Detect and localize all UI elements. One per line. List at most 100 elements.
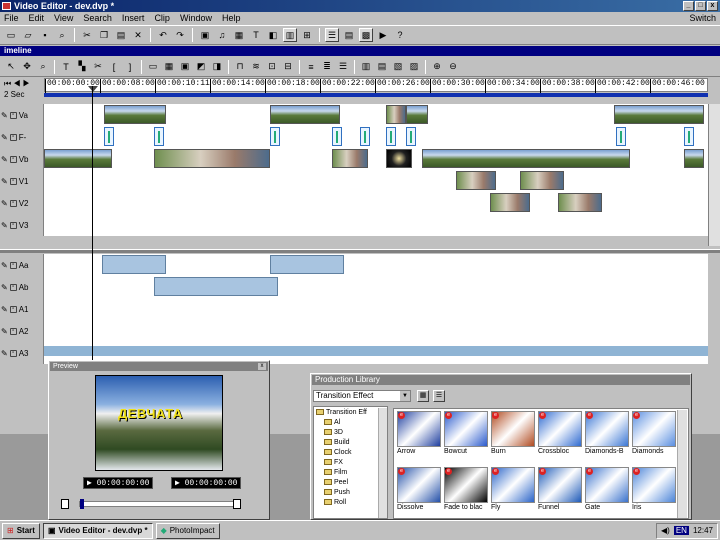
track-header[interactable]: ✎ ▫ V1 (0, 170, 44, 192)
track-header[interactable]: ✎ ▫ A2 (0, 320, 44, 342)
transition-clip[interactable] (104, 127, 114, 146)
ripple-icon[interactable]: ≋ (249, 60, 263, 74)
thumbnail-view-icon[interactable]: ▦ (417, 390, 429, 402)
menu-insert[interactable]: Insert (122, 12, 145, 25)
work-area-bar[interactable] (44, 93, 708, 97)
audio-clip[interactable] (270, 255, 344, 274)
track-lane[interactable] (44, 104, 708, 126)
track-header[interactable]: ✎ ▫ Ab (0, 276, 44, 298)
library-item[interactable]: e Diamonds-B (585, 411, 629, 463)
track-header[interactable]: ✎ ▫ Va (0, 104, 44, 126)
library-item[interactable]: e Bowcut (444, 411, 488, 463)
mark-end-icon[interactable] (233, 499, 241, 509)
zoom-in-icon[interactable]: ⊕ (430, 60, 444, 74)
menu-switch[interactable]: Switch (689, 12, 720, 25)
video-clip[interactable] (684, 149, 704, 168)
track-lane[interactable] (44, 192, 708, 214)
transition-clip[interactable] (386, 127, 396, 146)
align-right-icon[interactable]: ☰ (336, 60, 350, 74)
lock-icon[interactable]: ▫ (9, 177, 17, 185)
group-icon[interactable]: ⊡ (265, 60, 279, 74)
undo-icon[interactable]: ↶ (156, 28, 170, 42)
tree-scrollbar[interactable] (378, 408, 387, 518)
align-center-icon[interactable]: ≣ (320, 60, 334, 74)
video-audio-splitter[interactable] (0, 249, 720, 253)
edit-icon[interactable]: ✎ (1, 221, 8, 230)
library-item[interactable]: e Burn (491, 411, 535, 463)
tree-folder-item[interactable]: Roll (314, 497, 387, 507)
tree-folder-item[interactable]: Clock (314, 447, 387, 457)
video-clip[interactable] (44, 149, 112, 168)
menu-window[interactable]: Window (180, 12, 212, 25)
lock-icon[interactable]: ▫ (9, 283, 17, 291)
insert-video-icon[interactable]: ▣ (198, 28, 212, 42)
frame-tool-icon[interactable]: ▭ (146, 60, 160, 74)
new-file-icon[interactable]: ▭ (4, 28, 18, 42)
video-clip[interactable] (154, 149, 270, 168)
insert-image-icon[interactable]: ▦ (232, 28, 246, 42)
menu-view[interactable]: View (54, 12, 73, 25)
library-item[interactable]: e Fly (491, 467, 535, 518)
tree-folder-item[interactable]: FX (314, 457, 387, 467)
start-button[interactable]: ⊞ Start (2, 522, 40, 539)
video-clip[interactable] (406, 105, 428, 124)
task-photoimpact[interactable]: ◆ PhotoImpact (155, 522, 220, 539)
pointer-tool-icon[interactable]: ↖ (4, 60, 18, 74)
preview-slider[interactable] (79, 499, 237, 509)
menu-search[interactable]: Search (83, 12, 112, 25)
edit-icon[interactable]: ✎ (1, 133, 8, 142)
track-lane[interactable] (44, 214, 708, 236)
menu-help[interactable]: Help (222, 12, 241, 25)
library-category-select[interactable]: Transition Effect ▼ (313, 390, 411, 402)
track-audio-icon[interactable]: ▤ (375, 60, 389, 74)
timeline-scrollbar[interactable] (708, 104, 720, 246)
zoom-level[interactable]: 2 Sec (4, 90, 24, 99)
video-clip[interactable] (490, 193, 530, 212)
transition-clip[interactable] (360, 127, 370, 146)
track-overlay-icon[interactable]: ▨ (407, 60, 421, 74)
edit-icon[interactable]: ✎ (1, 261, 8, 270)
preview-close-button[interactable]: x (258, 363, 266, 370)
tree-folder-item[interactable]: 3D (314, 427, 387, 437)
menu-file[interactable]: File (4, 12, 19, 25)
video-clip[interactable] (456, 171, 496, 190)
audio-clip[interactable] (102, 255, 166, 274)
track-lane[interactable] (44, 276, 708, 298)
motion-tool-icon[interactable]: ◩ (194, 60, 208, 74)
track-lane[interactable] (44, 148, 708, 170)
library-item[interactable]: e Crossbloc (538, 411, 582, 463)
lock-icon[interactable]: ▫ (9, 155, 17, 163)
track-lane[interactable] (44, 170, 708, 192)
filter-tool-icon[interactable]: ▣ (178, 60, 192, 74)
library-item[interactable]: e Dissolve (397, 467, 441, 518)
transition-clip[interactable] (154, 127, 164, 146)
tree-folder-item[interactable]: Film (314, 467, 387, 477)
timeline-view-icon[interactable]: ☰ (325, 28, 339, 42)
lock-icon[interactable]: ▫ (9, 349, 17, 357)
playhead-handle[interactable] (88, 86, 98, 92)
library-item[interactable]: e Diamonds (632, 411, 676, 463)
transition-tool-icon[interactable]: ▚ (75, 60, 89, 74)
text-tool-icon[interactable]: T (59, 60, 73, 74)
library-item[interactable]: e Funnel (538, 467, 582, 518)
library-item[interactable]: e Iris (632, 467, 676, 518)
video-clip[interactable] (386, 149, 412, 168)
copy-icon[interactable]: ❐ (97, 28, 111, 42)
lock-icon[interactable]: ▫ (9, 261, 17, 269)
snap-icon[interactable]: ⊓ (233, 60, 247, 74)
insert-audio-icon[interactable]: ♫ (215, 28, 229, 42)
ruler-nav-icon[interactable]: ⏮ ◀ ▶ (4, 79, 30, 89)
transition-clip[interactable] (270, 127, 280, 146)
library-item[interactable]: e Arrow (397, 411, 441, 463)
timecode-in[interactable]: ▶ 00:00:00:00 (83, 477, 154, 489)
insert-title-icon[interactable]: T (249, 28, 263, 42)
video-clip[interactable] (104, 105, 166, 124)
tree-folder-item[interactable]: Transition Eff (314, 407, 387, 417)
video-clip[interactable] (422, 149, 630, 168)
video-clip[interactable] (614, 105, 704, 124)
task-video-editor[interactable]: ▣ Video Editor - dev.dvp * (42, 522, 153, 539)
track-header[interactable]: ✎ ▫ Vb (0, 148, 44, 170)
tree-folder-item[interactable]: Al (314, 417, 387, 427)
zoom-tool-icon[interactable]: ⌕ (36, 60, 50, 74)
split-tool-icon[interactable]: ✂ (91, 60, 105, 74)
